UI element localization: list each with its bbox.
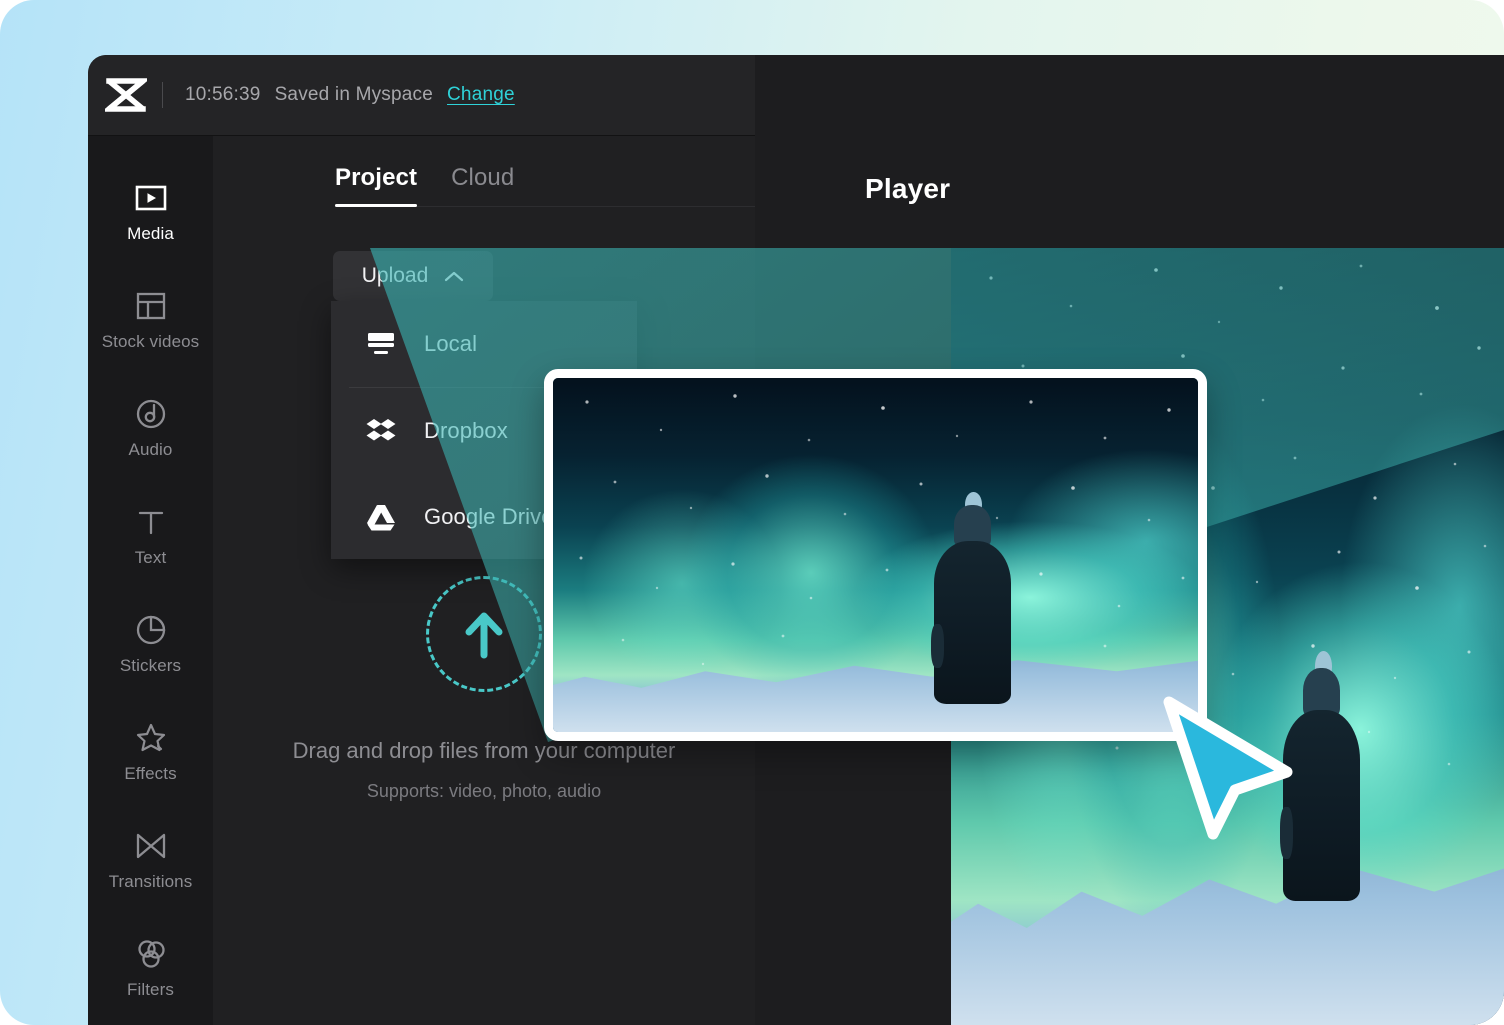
stock-videos-icon [136,289,166,323]
dragged-media-thumbnail[interactable] [544,369,1207,741]
media-icon [135,181,167,215]
header-divider [162,82,163,108]
upload-button[interactable]: Upload [333,251,493,301]
arrow-cursor-icon [1157,694,1297,844]
menu-item-label: Local [424,331,477,357]
sidebar-item-transitions[interactable]: Transitions [88,806,213,914]
sidebar-item-audio[interactable]: Audio [88,374,213,482]
sidebar-item-label: Stickers [120,656,181,676]
page-root: 10:56:39 Saved in Myspace Change Media [0,0,1504,1025]
audio-icon [135,397,167,431]
monitor-icon [366,331,396,357]
menu-item-label: Dropbox [424,418,508,444]
media-tabs: Project Cloud [335,136,755,207]
chevron-up-icon [444,270,464,283]
saved-location-label: Saved in Myspace [275,84,433,106]
stickers-icon [135,613,167,647]
sidebar-item-label: Transitions [109,872,193,892]
filters-icon [135,937,167,971]
tab-cloud[interactable]: Cloud [451,164,514,206]
capcut-logo-icon[interactable] [96,78,156,112]
sidebar-item-label: Stock videos [102,332,200,352]
header-meta: 10:56:39 Saved in Myspace Change [185,84,515,106]
player-title: Player [865,173,950,205]
saved-timestamp: 10:56:39 [185,84,261,106]
transitions-icon [135,829,167,863]
sidebar-item-filters[interactable]: Filters [88,914,213,1022]
text-icon [136,505,166,539]
sidebar-item-label: Filters [127,980,174,1000]
sidebar-item-label: Text [135,548,167,568]
menu-item-label: Google Drive [424,504,554,530]
sidebar-item-effects[interactable]: Effects [88,698,213,806]
change-location-link[interactable]: Change [447,84,515,106]
google-drive-icon [366,504,396,531]
left-rail: Media Stock videos [88,136,213,1025]
sidebar-item-stickers[interactable]: Stickers [88,590,213,698]
dropzone-title: Drag and drop files from your computer [293,738,676,764]
sidebar-item-media[interactable]: Media [88,158,213,266]
tab-project[interactable]: Project [335,164,417,206]
dropbox-icon [366,417,396,445]
effects-icon [135,721,167,755]
sidebar-item-label: Media [127,224,174,244]
upload-button-label: Upload [362,264,429,288]
dropzone-subtitle: Supports: video, photo, audio [367,781,601,802]
hiker-figure-thumb [934,505,1011,703]
upload-arrow-icon [426,576,542,692]
sidebar-item-label: Effects [124,764,176,784]
sidebar-item-label: Audio [129,440,173,460]
sidebar-item-stock-videos[interactable]: Stock videos [88,266,213,374]
sidebar-item-text[interactable]: Text [88,482,213,590]
app-header: 10:56:39 Saved in Myspace Change [88,55,755,136]
